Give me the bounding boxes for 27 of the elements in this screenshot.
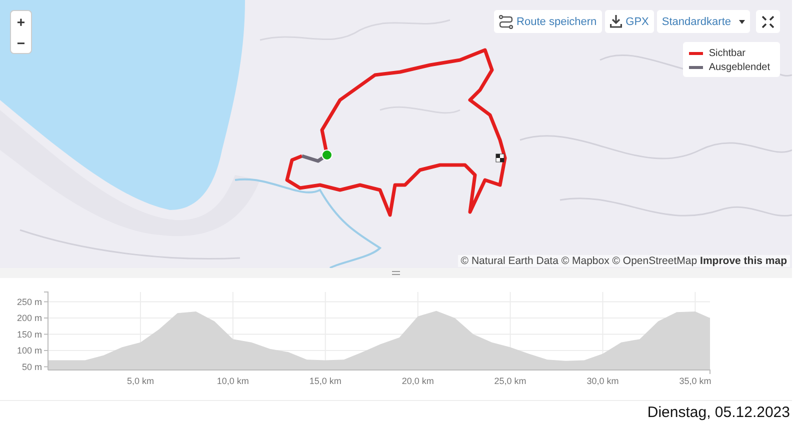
y-tick-label: 150 m <box>16 329 42 340</box>
x-tick-label: 30,0 km <box>586 376 619 386</box>
gpx-download-button[interactable]: GPX <box>604 10 654 33</box>
x-tick-label: 10,0 km <box>216 376 249 386</box>
date-text: Dienstag, 05.12.2023 <box>647 404 790 421</box>
attribution-text: © Natural Earth Data © Mapbox © OpenStreetMap <box>460 255 698 267</box>
x-tick-label: 35,0 km <box>679 376 712 386</box>
x-tick-label: 5,0 km <box>126 376 154 386</box>
finish-flag-icon <box>496 154 504 162</box>
fullscreen-button[interactable] <box>756 10 780 33</box>
y-tick-label: 200 m <box>16 313 42 323</box>
legend-label: Ausgeblendet <box>708 62 770 73</box>
x-tick-label: 15,0 km <box>309 376 342 386</box>
save-route-button[interactable]: Route speichern <box>494 10 602 33</box>
caret-icon <box>739 20 745 24</box>
map-style-dropdown[interactable]: Standardkarte <box>656 10 750 33</box>
route-icon <box>498 14 513 28</box>
x-tick-label: 25,0 km <box>494 376 526 386</box>
legend-label: Sichtbar <box>708 48 746 59</box>
drag-handle-icon[interactable] <box>392 271 400 275</box>
y-tick-label: 100 m <box>16 346 42 356</box>
x-tick-label: 20,0 km <box>402 376 434 386</box>
y-tick-label: 250 m <box>16 296 42 307</box>
y-tick-label: 50 m <box>22 362 42 372</box>
download-icon <box>610 15 622 28</box>
improve-map-link[interactable]: Improve this map <box>700 255 787 267</box>
expand-icon <box>762 16 774 28</box>
